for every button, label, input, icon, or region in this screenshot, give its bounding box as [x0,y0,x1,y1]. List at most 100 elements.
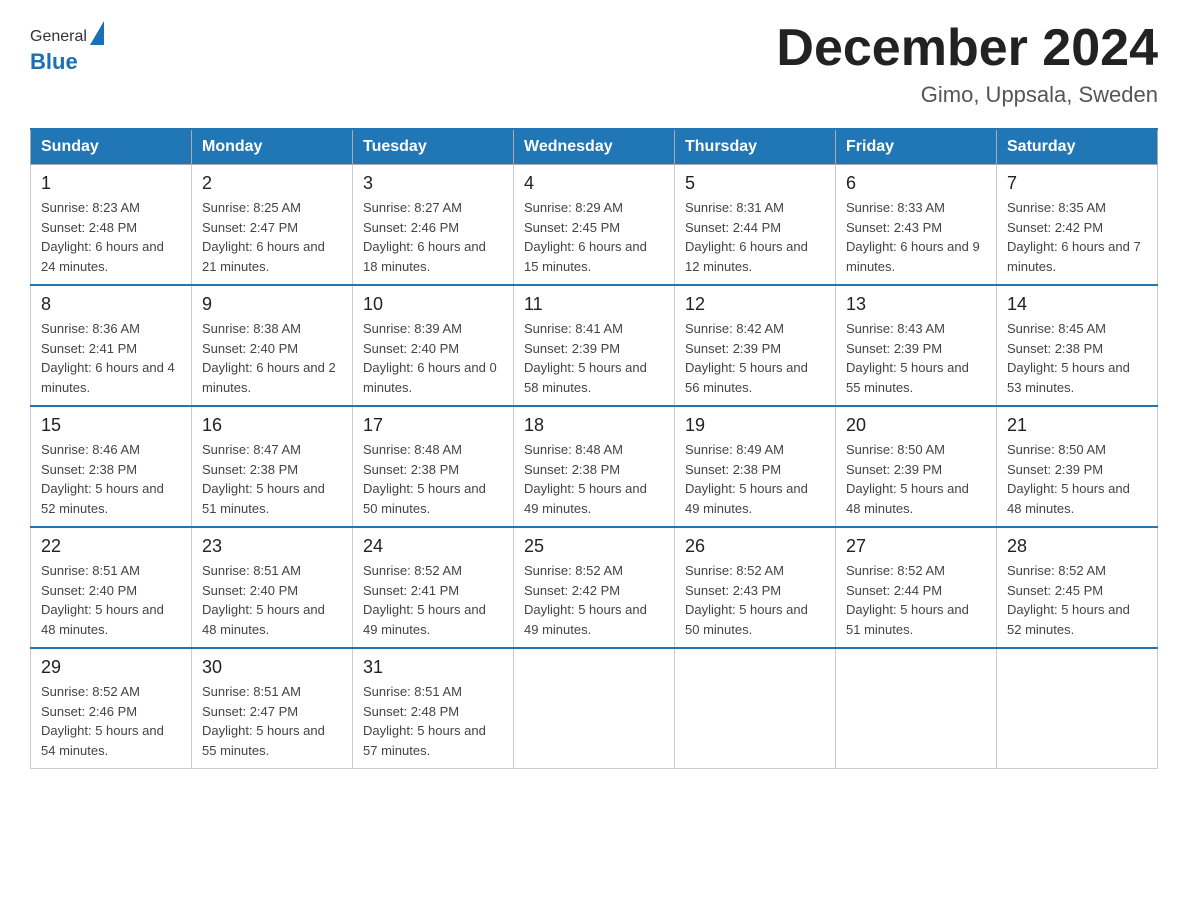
day-cell [836,648,997,769]
day-info: Sunrise: 8:45 AMSunset: 2:38 PMDaylight:… [1007,319,1147,397]
day-cell: 21 Sunrise: 8:50 AMSunset: 2:39 PMDaylig… [997,406,1158,527]
day-number: 24 [363,536,503,557]
day-info: Sunrise: 8:33 AMSunset: 2:43 PMDaylight:… [846,198,986,276]
day-cell: 6 Sunrise: 8:33 AMSunset: 2:43 PMDayligh… [836,165,997,286]
weekday-header-friday: Friday [836,129,997,165]
day-info: Sunrise: 8:48 AMSunset: 2:38 PMDaylight:… [524,440,664,518]
calendar-title: December 2024 [776,20,1158,77]
day-info: Sunrise: 8:46 AMSunset: 2:38 PMDaylight:… [41,440,181,518]
day-number: 28 [1007,536,1147,557]
week-row-2: 8 Sunrise: 8:36 AMSunset: 2:41 PMDayligh… [31,285,1158,406]
day-number: 29 [41,657,181,678]
weekday-header-thursday: Thursday [675,129,836,165]
day-cell [514,648,675,769]
page-header: General Blue December 2024 Gimo, Uppsala… [30,20,1158,108]
day-cell: 20 Sunrise: 8:50 AMSunset: 2:39 PMDaylig… [836,406,997,527]
day-number: 11 [524,294,664,315]
day-cell: 5 Sunrise: 8:31 AMSunset: 2:44 PMDayligh… [675,165,836,286]
day-cell: 26 Sunrise: 8:52 AMSunset: 2:43 PMDaylig… [675,527,836,648]
day-cell: 4 Sunrise: 8:29 AMSunset: 2:45 PMDayligh… [514,165,675,286]
day-cell: 22 Sunrise: 8:51 AMSunset: 2:40 PMDaylig… [31,527,192,648]
day-info: Sunrise: 8:36 AMSunset: 2:41 PMDaylight:… [41,319,181,397]
day-number: 1 [41,173,181,194]
day-number: 7 [1007,173,1147,194]
day-number: 30 [202,657,342,678]
day-info: Sunrise: 8:48 AMSunset: 2:38 PMDaylight:… [363,440,503,518]
day-cell: 27 Sunrise: 8:52 AMSunset: 2:44 PMDaylig… [836,527,997,648]
weekday-header-saturday: Saturday [997,129,1158,165]
day-cell: 24 Sunrise: 8:52 AMSunset: 2:41 PMDaylig… [353,527,514,648]
day-number: 23 [202,536,342,557]
day-cell: 11 Sunrise: 8:41 AMSunset: 2:39 PMDaylig… [514,285,675,406]
day-info: Sunrise: 8:35 AMSunset: 2:42 PMDaylight:… [1007,198,1147,276]
day-number: 19 [685,415,825,436]
day-info: Sunrise: 8:25 AMSunset: 2:47 PMDaylight:… [202,198,342,276]
weekday-header-sunday: Sunday [31,129,192,165]
logo: General Blue [30,20,104,75]
day-number: 9 [202,294,342,315]
day-number: 26 [685,536,825,557]
day-cell: 15 Sunrise: 8:46 AMSunset: 2:38 PMDaylig… [31,406,192,527]
day-cell: 30 Sunrise: 8:51 AMSunset: 2:47 PMDaylig… [192,648,353,769]
day-info: Sunrise: 8:41 AMSunset: 2:39 PMDaylight:… [524,319,664,397]
day-cell: 23 Sunrise: 8:51 AMSunset: 2:40 PMDaylig… [192,527,353,648]
day-number: 27 [846,536,986,557]
week-row-1: 1 Sunrise: 8:23 AMSunset: 2:48 PMDayligh… [31,165,1158,286]
logo-blue-text: Blue [30,49,104,75]
day-cell: 9 Sunrise: 8:38 AMSunset: 2:40 PMDayligh… [192,285,353,406]
day-cell: 19 Sunrise: 8:49 AMSunset: 2:38 PMDaylig… [675,406,836,527]
day-number: 4 [524,173,664,194]
day-cell: 13 Sunrise: 8:43 AMSunset: 2:39 PMDaylig… [836,285,997,406]
calendar-subtitle: Gimo, Uppsala, Sweden [776,82,1158,108]
day-info: Sunrise: 8:43 AMSunset: 2:39 PMDaylight:… [846,319,986,397]
day-info: Sunrise: 8:52 AMSunset: 2:41 PMDaylight:… [363,561,503,639]
day-number: 12 [685,294,825,315]
day-cell: 8 Sunrise: 8:36 AMSunset: 2:41 PMDayligh… [31,285,192,406]
day-info: Sunrise: 8:51 AMSunset: 2:48 PMDaylight:… [363,682,503,760]
day-cell: 29 Sunrise: 8:52 AMSunset: 2:46 PMDaylig… [31,648,192,769]
day-info: Sunrise: 8:51 AMSunset: 2:40 PMDaylight:… [41,561,181,639]
day-cell: 18 Sunrise: 8:48 AMSunset: 2:38 PMDaylig… [514,406,675,527]
day-info: Sunrise: 8:38 AMSunset: 2:40 PMDaylight:… [202,319,342,397]
week-row-5: 29 Sunrise: 8:52 AMSunset: 2:46 PMDaylig… [31,648,1158,769]
day-cell: 25 Sunrise: 8:52 AMSunset: 2:42 PMDaylig… [514,527,675,648]
day-number: 10 [363,294,503,315]
day-info: Sunrise: 8:49 AMSunset: 2:38 PMDaylight:… [685,440,825,518]
day-info: Sunrise: 8:47 AMSunset: 2:38 PMDaylight:… [202,440,342,518]
day-cell [675,648,836,769]
day-cell: 2 Sunrise: 8:25 AMSunset: 2:47 PMDayligh… [192,165,353,286]
weekday-header-tuesday: Tuesday [353,129,514,165]
day-cell [997,648,1158,769]
day-cell: 31 Sunrise: 8:51 AMSunset: 2:48 PMDaylig… [353,648,514,769]
weekday-header-monday: Monday [192,129,353,165]
day-cell: 10 Sunrise: 8:39 AMSunset: 2:40 PMDaylig… [353,285,514,406]
day-number: 2 [202,173,342,194]
day-info: Sunrise: 8:27 AMSunset: 2:46 PMDaylight:… [363,198,503,276]
day-info: Sunrise: 8:42 AMSunset: 2:39 PMDaylight:… [685,319,825,397]
day-cell: 17 Sunrise: 8:48 AMSunset: 2:38 PMDaylig… [353,406,514,527]
day-cell: 12 Sunrise: 8:42 AMSunset: 2:39 PMDaylig… [675,285,836,406]
day-cell: 7 Sunrise: 8:35 AMSunset: 2:42 PMDayligh… [997,165,1158,286]
day-number: 21 [1007,415,1147,436]
day-info: Sunrise: 8:52 AMSunset: 2:42 PMDaylight:… [524,561,664,639]
week-row-4: 22 Sunrise: 8:51 AMSunset: 2:40 PMDaylig… [31,527,1158,648]
day-info: Sunrise: 8:52 AMSunset: 2:43 PMDaylight:… [685,561,825,639]
weekday-header-row: SundayMondayTuesdayWednesdayThursdayFrid… [31,129,1158,165]
day-info: Sunrise: 8:51 AMSunset: 2:47 PMDaylight:… [202,682,342,760]
day-info: Sunrise: 8:50 AMSunset: 2:39 PMDaylight:… [1007,440,1147,518]
week-row-3: 15 Sunrise: 8:46 AMSunset: 2:38 PMDaylig… [31,406,1158,527]
title-area: December 2024 Gimo, Uppsala, Sweden [776,20,1158,108]
logo-triangle-icon [90,21,104,45]
day-info: Sunrise: 8:23 AMSunset: 2:48 PMDaylight:… [41,198,181,276]
day-number: 20 [846,415,986,436]
day-number: 16 [202,415,342,436]
day-number: 3 [363,173,503,194]
day-number: 8 [41,294,181,315]
day-info: Sunrise: 8:52 AMSunset: 2:44 PMDaylight:… [846,561,986,639]
day-number: 25 [524,536,664,557]
day-cell: 28 Sunrise: 8:52 AMSunset: 2:45 PMDaylig… [997,527,1158,648]
day-info: Sunrise: 8:52 AMSunset: 2:46 PMDaylight:… [41,682,181,760]
day-cell: 16 Sunrise: 8:47 AMSunset: 2:38 PMDaylig… [192,406,353,527]
day-number: 14 [1007,294,1147,315]
day-info: Sunrise: 8:29 AMSunset: 2:45 PMDaylight:… [524,198,664,276]
